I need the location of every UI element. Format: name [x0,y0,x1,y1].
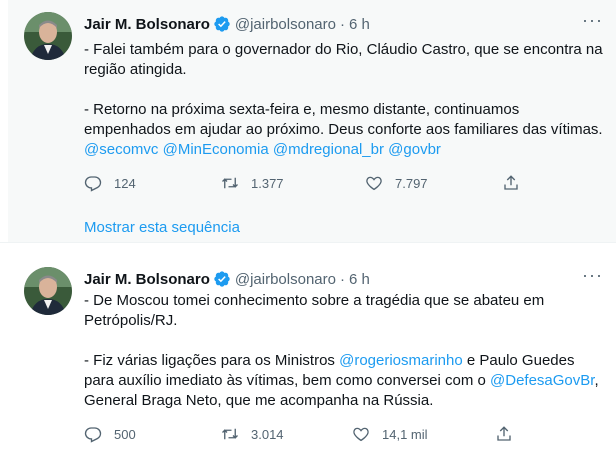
tweet-paragraph-text: - Retorno na próxima sexta-feira e, mesm… [84,101,603,138]
like-icon [366,176,382,191]
mention-link[interactable]: @secomvc [84,141,158,158]
author-handle[interactable]: @jairbolsonaro [235,271,336,288]
tweet-paragraph: - Fiz várias ligações para os Ministros … [84,351,604,411]
share-icon [497,426,511,441]
reply-icon [84,427,102,443]
reply-button[interactable]: 500 [84,425,136,443]
like-icon [353,427,369,442]
tweet-1[interactable]: Jair M. Bolsonaro @jairbolsonaro · 6 h ·… [8,0,616,242]
timestamp[interactable]: 6 h [349,271,370,288]
tweet-text: - De Moscou tomei conhecimento sobre a t… [84,291,604,411]
share-icon [504,175,518,190]
like-button[interactable]: 14,1 mil [352,425,428,443]
tweet-divider [0,242,616,255]
reply-count: 124 [114,175,136,191]
mention-link[interactable]: @rogeriosmarinho [339,352,463,369]
retweet-button[interactable]: 1.377 [221,174,284,192]
tweet-paragraph-text: - Fiz várias ligações para os Ministros [84,352,340,369]
show-thread-link[interactable]: Mostrar esta sequência [84,219,240,236]
author-name[interactable]: Jair M. Bolsonaro [84,271,210,288]
avatar[interactable] [24,12,72,60]
more-icon[interactable]: ··· [582,266,602,289]
share-button[interactable] [502,174,520,192]
retweet-count: 1.377 [251,175,284,191]
tweet-text: - Falei também para o governador do Rio,… [84,40,604,160]
mention-link[interactable]: @govbr [388,141,441,158]
retweet-count: 3.014 [251,426,284,442]
like-button[interactable]: 7.797 [365,174,428,192]
author-handle[interactable]: @jairbolsonaro [235,16,336,33]
tweet-header: Jair M. Bolsonaro @jairbolsonaro · 6 h [84,269,370,289]
mention-link[interactable]: @MinEconomia [163,141,269,158]
retweet-icon [222,428,238,440]
mention-link[interactable]: @DefesaGovBr [490,372,594,389]
timestamp[interactable]: 6 h [349,16,370,33]
verified-badge-icon [214,271,230,287]
like-count: 7.797 [395,175,428,191]
retweet-button[interactable]: 3.014 [221,425,284,443]
tweet-paragraph: - Retorno na próxima sexta-feira e, mesm… [84,100,604,160]
more-icon[interactable]: ··· [582,11,602,34]
tweet-paragraph: - Falei também para o governador do Rio,… [84,41,603,78]
reply-button[interactable]: 124 [84,174,136,192]
separator-dot: · [339,270,345,288]
tweet-header: Jair M. Bolsonaro @jairbolsonaro · 6 h [84,14,370,34]
reply-icon [84,176,102,192]
tweet-paragraph: - De Moscou tomei conhecimento sobre a t… [84,292,545,329]
mention-link[interactable]: @mdregional_br [273,141,384,158]
like-count: 14,1 mil [382,426,428,442]
verified-badge-icon [214,16,230,32]
reply-count: 500 [114,426,136,442]
separator-dot: · [339,15,345,33]
tweet-actions: 124 1.377 7.797 [84,173,518,193]
avatar[interactable] [24,267,72,315]
retweet-icon [222,177,238,189]
tweet-actions: 500 3.014 14,1 mil [84,424,514,444]
share-button[interactable] [495,425,513,443]
author-name[interactable]: Jair M. Bolsonaro [84,16,210,33]
